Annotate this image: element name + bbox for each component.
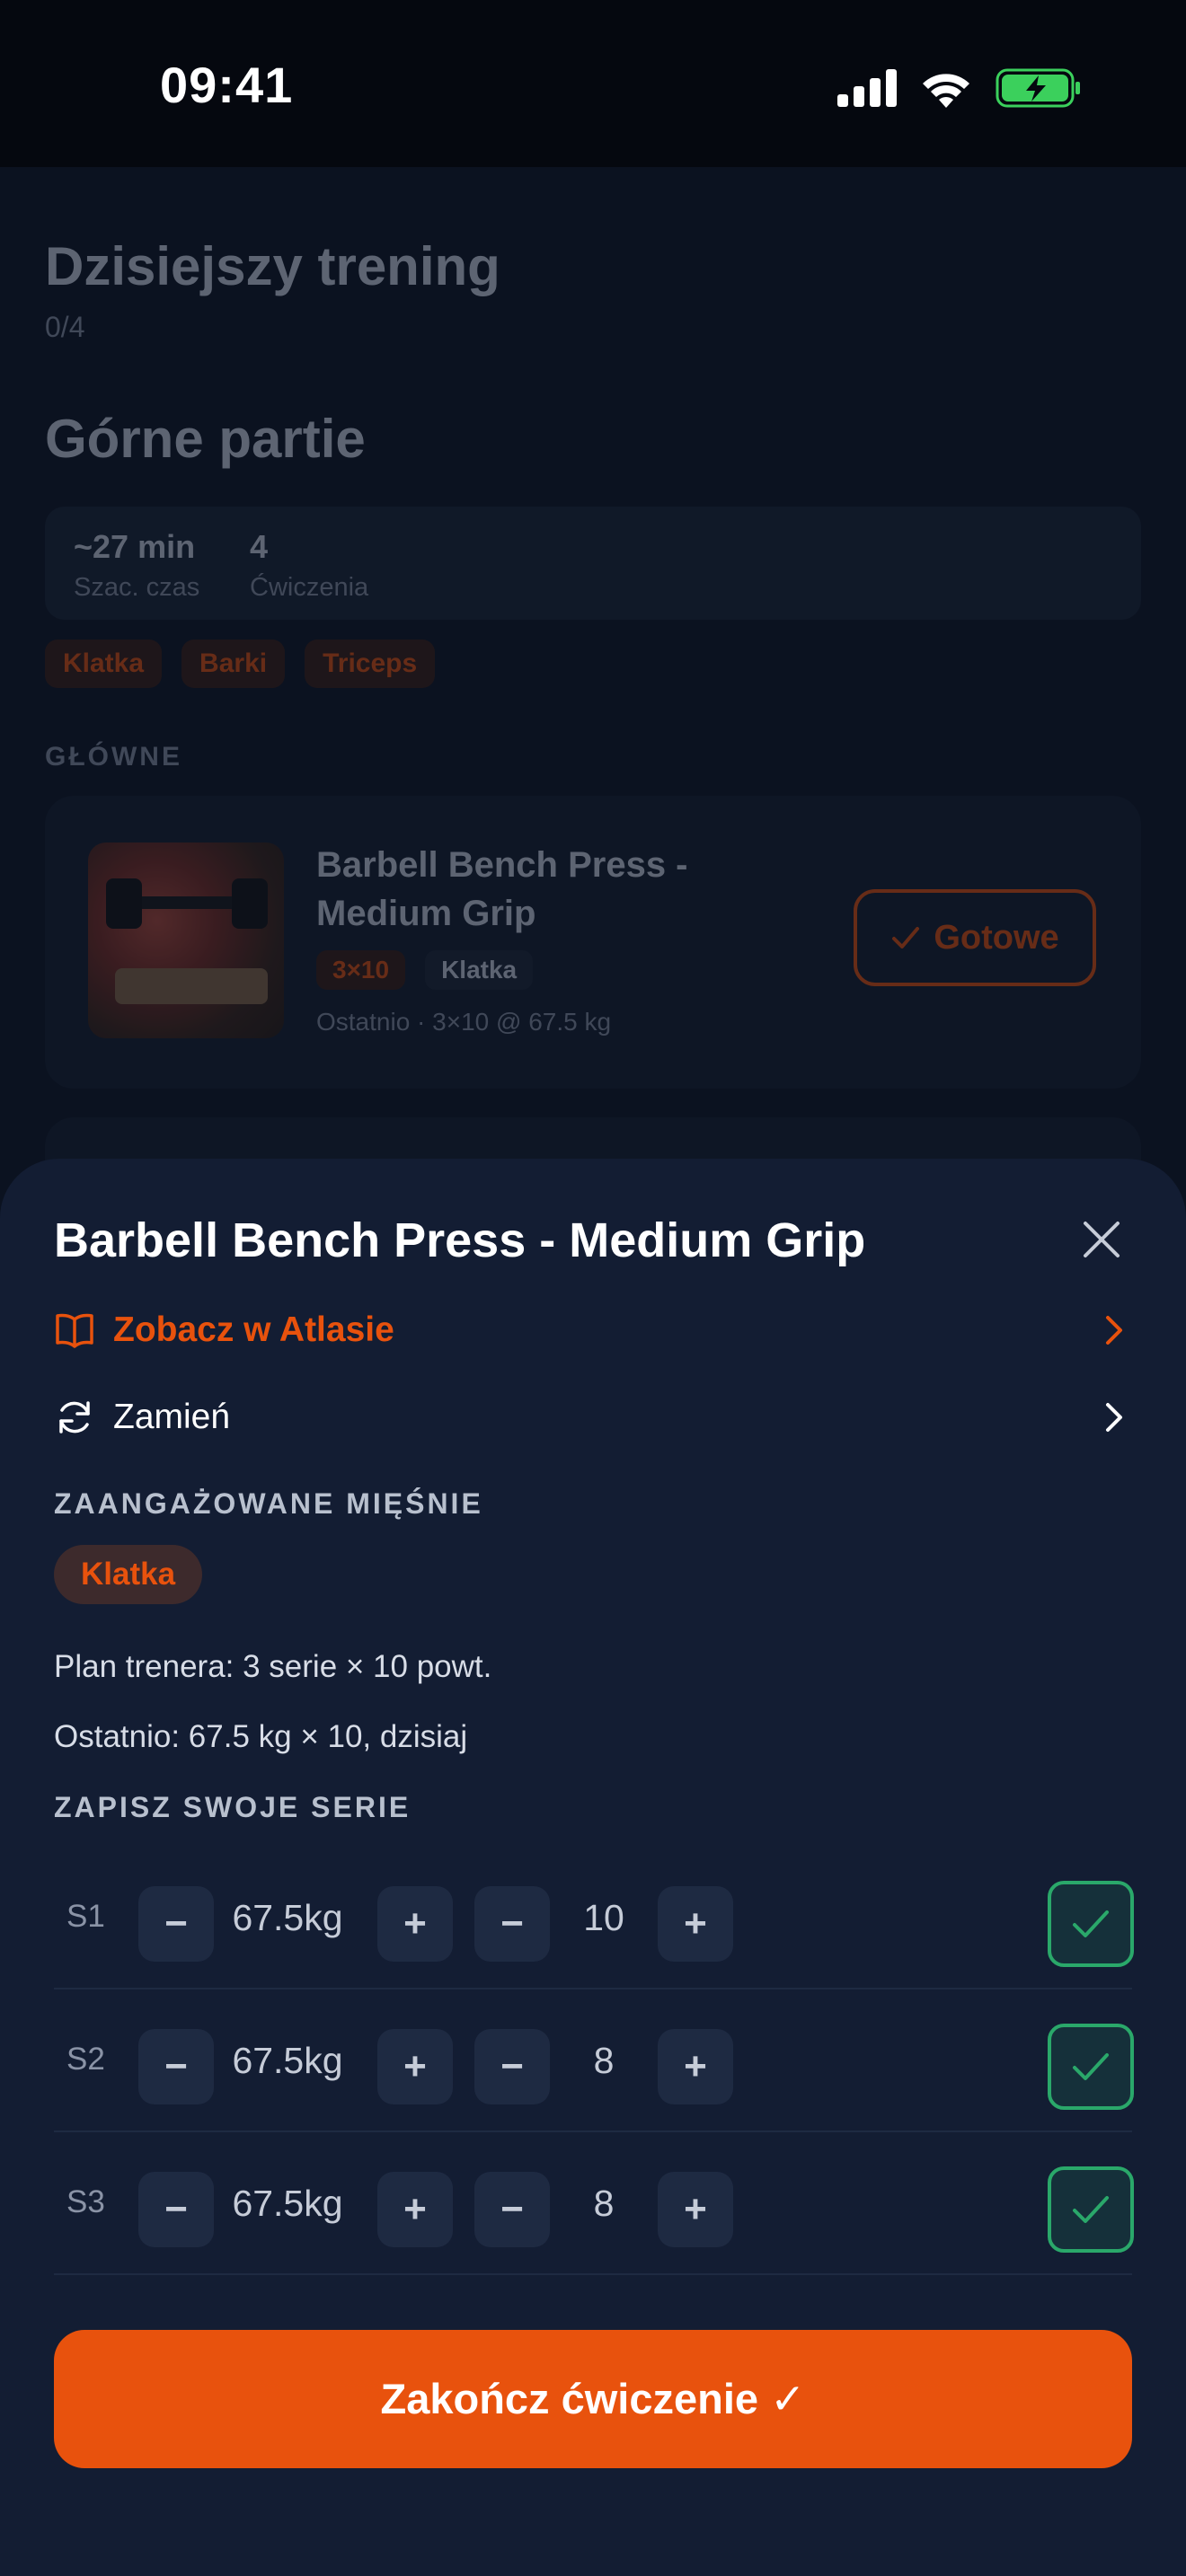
reps-value: 10 <box>583 1897 624 1938</box>
minus-icon: − <box>500 1901 524 1945</box>
section-header: GŁÓWNE <box>45 742 182 772</box>
set-done-checkbox[interactable] <box>1048 1881 1134 1967</box>
weight-increment-button[interactable]: + <box>377 2029 453 2104</box>
tag: Triceps <box>305 640 436 688</box>
check-icon <box>1073 1910 1109 1937</box>
exercise-thumbnail <box>88 842 284 1038</box>
check-icon <box>892 927 920 948</box>
set-done-checkbox[interactable] <box>1048 2166 1134 2253</box>
sets-header: ZAPISZ SWOJE SERIE <box>54 1791 412 1823</box>
done-label: Gotowe <box>934 918 1059 957</box>
weight-value: 67.5kg <box>232 1897 343 1938</box>
reps-increment-button[interactable]: + <box>658 1886 733 1962</box>
tag: Barki <box>181 640 286 688</box>
minus-icon: − <box>164 2044 188 2088</box>
wifi-icon <box>923 74 969 108</box>
reps-value: 8 <box>593 2040 615 2081</box>
chevron-right-icon <box>1096 1312 1132 1348</box>
muscle-tags: Klatka Barki Triceps <box>45 640 436 688</box>
close-icon <box>1084 1222 1120 1257</box>
reps-decrement-button[interactable]: − <box>474 2029 550 2104</box>
muscles-header: ZAANGAŻOWANE MIĘŚNIE <box>54 1487 483 1520</box>
set-row: S1 − 67.5kg + − 10 + <box>54 1847 1134 1989</box>
atlas-label: Zobacz w Atlasie <box>113 1310 394 1349</box>
atlas-link[interactable]: Zobacz w Atlasie <box>54 1299 1132 1362</box>
set-row: S2 − 67.5kg + − 8 + <box>54 1989 1134 2132</box>
minus-icon: − <box>500 2044 524 2088</box>
swap-exercise[interactable]: Zamień <box>54 1386 1132 1449</box>
tag: Klatka <box>45 640 163 688</box>
minus-icon: − <box>164 2187 188 2231</box>
weight-decrement-button[interactable]: − <box>138 1886 214 1962</box>
page-title: Dzisiejszy trening <box>45 236 500 296</box>
sheet-title: Barbell Bench Press - Medium Grip <box>54 1213 866 1267</box>
stat-label: Szac. czas <box>74 573 200 602</box>
check-icon <box>1073 2053 1109 2080</box>
weight-value: 67.5kg <box>232 2040 343 2081</box>
status-icons <box>837 63 1082 113</box>
plus-icon: + <box>403 2044 427 2088</box>
set-label: S2 <box>66 2042 105 2077</box>
stat-duration: ~27 min Szac. czas <box>74 528 199 603</box>
reps-increment-button[interactable]: + <box>658 2172 733 2247</box>
minus-icon: − <box>164 1901 188 1945</box>
weight-decrement-button[interactable]: − <box>138 2029 214 2104</box>
check-icon <box>1073 2196 1109 2223</box>
reps-decrement-button[interactable]: − <box>474 1886 550 1962</box>
plus-icon: + <box>403 1901 427 1945</box>
plus-icon: + <box>684 2187 707 2231</box>
muscle-chip: Klatka <box>425 950 534 990</box>
plan-stats: ~27 min Szac. czas 4 Ćwiczenia <box>45 507 1141 620</box>
trainer-plan: Plan trenera: 3 serie × 10 powt. <box>54 1649 492 1684</box>
done-button[interactable]: Gotowe <box>854 889 1096 986</box>
status-time: 09:41 <box>160 57 294 113</box>
plus-icon: + <box>403 2187 427 2231</box>
exercise-title: Barbell Bench Press - Medium Grip <box>316 845 688 933</box>
plus-icon: + <box>684 1901 707 1945</box>
weight-increment-button[interactable]: + <box>377 1886 453 1962</box>
stat-value: 4 <box>250 528 269 565</box>
chevron-right-icon <box>1096 1399 1132 1435</box>
exercise-card[interactable]: Barbell Bench Press - Medium Grip 3×10 K… <box>45 796 1141 1089</box>
set-label: S3 <box>66 2184 105 2219</box>
set-row: S3 − 67.5kg + − 8 + <box>54 2132 1134 2275</box>
plan-name: Górne partie <box>45 409 366 469</box>
weight-increment-button[interactable]: + <box>377 2172 453 2247</box>
reps-increment-button[interactable]: + <box>658 2029 733 2104</box>
minus-icon: − <box>500 2187 524 2231</box>
muscle-chip: Klatka <box>54 1545 203 1604</box>
swap-label: Zamień <box>113 1398 231 1436</box>
weight-value: 67.5kg <box>232 2183 343 2224</box>
last-performance: Ostatnio: 67.5 kg × 10, dzisiaj <box>54 1719 468 1754</box>
status-bar: 09:41 <box>0 0 1186 167</box>
weight-decrement-button[interactable]: − <box>138 2172 214 2247</box>
reps-value: 8 <box>593 2183 615 2224</box>
battery-icon <box>996 68 1080 108</box>
exercise-chips: 3×10 Klatka <box>316 950 534 990</box>
book-icon <box>54 1310 95 1351</box>
signal-icon <box>837 69 897 107</box>
set-label: S1 <box>66 1899 105 1934</box>
set-done-checkbox[interactable] <box>1048 2024 1134 2110</box>
scheme-chip: 3×10 <box>316 950 406 990</box>
reps-decrement-button[interactable]: − <box>474 2172 550 2247</box>
stat-value: ~27 min <box>74 528 196 565</box>
refresh-icon <box>54 1397 95 1438</box>
workout-progress: 0/4 <box>45 311 85 343</box>
close-button[interactable] <box>1075 1213 1128 1266</box>
finish-exercise-button[interactable]: Zakończ ćwiczenie ✓ <box>54 2330 1132 2468</box>
last-performance: Ostatnio · 3×10 @ 67.5 kg <box>316 1008 612 1036</box>
plus-icon: + <box>684 2044 707 2088</box>
stat-exercises: 4 Ćwiczenia <box>250 528 368 603</box>
stat-label: Ćwiczenia <box>250 573 369 602</box>
